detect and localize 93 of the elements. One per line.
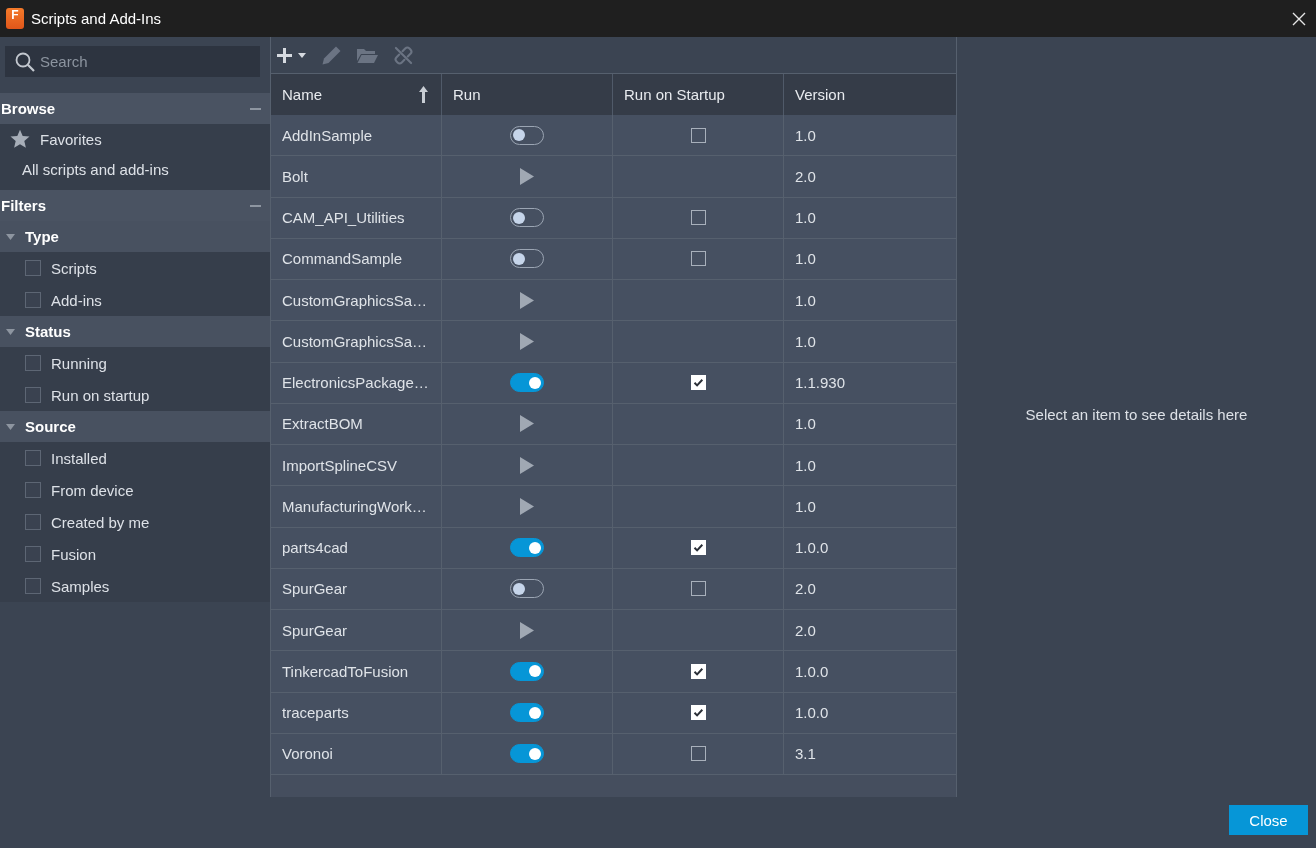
- folder-icon: [357, 47, 378, 63]
- caret-down-icon[interactable]: [6, 328, 15, 335]
- table-cell-text: 1.0.0: [794, 703, 830, 724]
- close-icon[interactable]: [1292, 11, 1306, 26]
- collapse-icon[interactable]: [250, 204, 261, 207]
- filter-label: Fusion: [51, 545, 97, 563]
- filter-label: Run on startup: [51, 386, 150, 404]
- play-icon[interactable]: [520, 291, 534, 309]
- play-icon[interactable]: [520, 621, 534, 639]
- table-cell-text: 2.0: [794, 620, 817, 641]
- filter-group-header[interactable]: Source: [0, 411, 270, 442]
- checkbox[interactable]: [25, 450, 41, 466]
- section-header[interactable]: Browse: [0, 93, 270, 124]
- table-cell-text: 1.0: [794, 496, 817, 517]
- table-cell-text: 1.0.0: [794, 538, 830, 559]
- play-icon[interactable]: [520, 497, 534, 515]
- caret-down-icon[interactable]: [6, 423, 15, 430]
- add-button[interactable]: [277, 47, 306, 63]
- table-cell: AddInSample: [271, 115, 442, 156]
- pencil-icon: [322, 45, 341, 65]
- filter-label: Add-ins: [51, 291, 102, 309]
- checkbox[interactable]: [25, 355, 41, 371]
- table-cell: ExtractBOM: [271, 403, 442, 444]
- filter-label: Running: [51, 354, 107, 372]
- play-icon[interactable]: [520, 456, 534, 474]
- checkbox[interactable]: [690, 210, 706, 226]
- table-cell: CAM_API_Utilities: [271, 197, 442, 238]
- table-cell-text: 1.0: [794, 414, 817, 435]
- filter-label: Samples: [51, 577, 110, 595]
- checkbox[interactable]: [25, 292, 41, 308]
- table-cell: parts4cad: [271, 527, 442, 568]
- filter-label: Created by me: [51, 513, 150, 531]
- toggle-switch[interactable]: [510, 661, 544, 681]
- table-cell: Bolt: [271, 156, 442, 197]
- browse-item[interactable]: All scripts and add-ins: [0, 154, 270, 184]
- unlink-icon: [394, 45, 413, 65]
- toggle-switch[interactable]: [510, 744, 544, 764]
- search-icon: [15, 52, 35, 72]
- checkbox[interactable]: [690, 746, 706, 762]
- table-cell-text: 1.1.930: [794, 373, 847, 394]
- table-cell-text: 1.0: [794, 455, 817, 476]
- table-cell-text: 2.0: [794, 579, 817, 600]
- table-cell: CustomGraphicsSa…: [271, 321, 442, 362]
- star-icon: [10, 129, 30, 149]
- table-cell: SpurGear: [271, 610, 442, 651]
- table-cell: SpurGear: [271, 568, 442, 609]
- collapse-icon[interactable]: [250, 107, 261, 110]
- app-logo: F: [6, 8, 24, 29]
- toggle-switch[interactable]: [510, 703, 544, 723]
- table-cell-text: 1.0: [794, 290, 817, 311]
- checkbox[interactable]: [25, 578, 41, 594]
- filter-label: From device: [51, 481, 134, 499]
- window-title: Scripts and Add-Ins: [31, 10, 163, 27]
- play-icon[interactable]: [520, 332, 534, 350]
- checkbox[interactable]: [690, 581, 706, 597]
- checkbox[interactable]: [25, 514, 41, 530]
- checkbox[interactable]: [25, 546, 41, 562]
- table-cell-text: 1.0: [794, 249, 817, 270]
- table-cell: Voronoi: [271, 733, 442, 774]
- play-icon[interactable]: [520, 167, 534, 185]
- checkbox[interactable]: [25, 260, 41, 276]
- toggle-switch[interactable]: [510, 538, 544, 558]
- column-header[interactable]: Version: [784, 74, 956, 115]
- table-cell-text: 1.0: [794, 208, 817, 229]
- checkbox[interactable]: [690, 127, 706, 143]
- table-cell-text: 3.1: [794, 744, 817, 765]
- table-cell: ManufacturingWork…: [271, 486, 442, 527]
- table-cell-text: 1.0: [794, 331, 817, 352]
- checkbox[interactable]: [25, 482, 41, 498]
- table-cell: ImportSplineCSV: [271, 445, 442, 486]
- filter-group-header[interactable]: Status: [0, 316, 270, 347]
- table-cell-text: 2.0: [794, 166, 817, 187]
- browse-item[interactable]: Favorites: [0, 124, 270, 154]
- details-message: Select an item to see details here: [1025, 406, 1248, 423]
- table-cell: ElectronicsPackage…: [271, 362, 442, 403]
- checkbox[interactable]: [25, 387, 41, 403]
- table-cell: TinkercadToFusion: [271, 651, 442, 692]
- play-icon[interactable]: [520, 415, 534, 433]
- filter-label: Scripts: [51, 259, 97, 277]
- table-cell: CustomGraphicsSa…: [271, 280, 442, 321]
- checkbox[interactable]: [690, 251, 706, 267]
- table-cell: CommandSample: [271, 238, 442, 279]
- table-cell: traceparts: [271, 692, 442, 733]
- plus-icon: [277, 47, 292, 63]
- section-header[interactable]: Filters: [0, 190, 270, 221]
- table-cell-text: 1.0: [794, 125, 817, 146]
- filter-group-header[interactable]: Type: [0, 221, 270, 252]
- filter-label: Installed: [51, 449, 107, 467]
- toggle-switch[interactable]: [510, 373, 544, 393]
- table-cell-text: 1.0.0: [794, 661, 830, 682]
- search-field[interactable]: Search: [5, 46, 260, 77]
- caret-down-icon: [298, 52, 306, 58]
- caret-down-icon[interactable]: [6, 233, 15, 240]
